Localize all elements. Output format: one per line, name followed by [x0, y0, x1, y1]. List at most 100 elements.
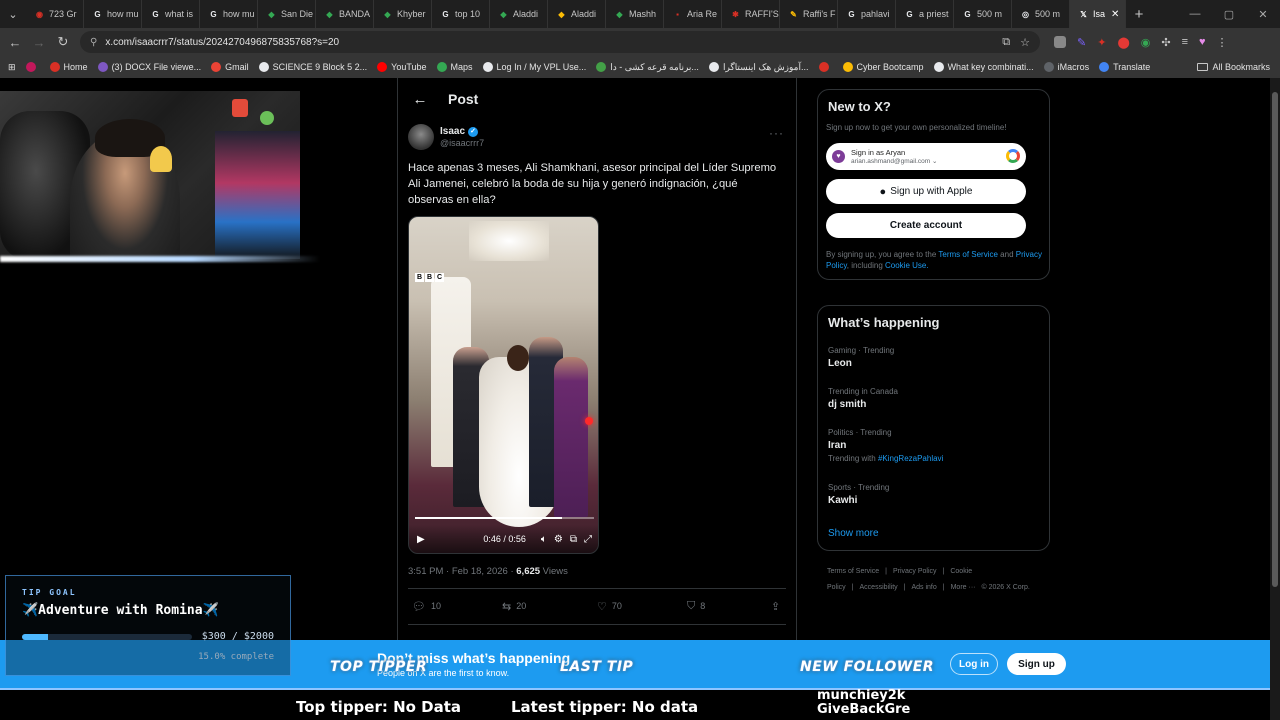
tab[interactable]: ▪ Aria Re [664, 0, 722, 28]
tab[interactable]: Ghow mu [200, 0, 258, 28]
terms-link[interactable]: Terms of Service [938, 250, 998, 259]
tab[interactable]: ◆ Aladdi [548, 0, 606, 28]
extensions-puzzle-icon[interactable]: ✣ [1161, 36, 1170, 49]
page-scrollbar[interactable] [1270, 78, 1280, 720]
back-icon[interactable]: ← [3, 28, 27, 56]
bookmark-item[interactable]: Gmail [211, 62, 249, 72]
tab[interactable]: Ga priest [896, 0, 954, 28]
bookmark-item[interactable]: آموزش هک اینستاگرا... [708, 62, 809, 73]
footer-link[interactable]: Accessibility [860, 584, 898, 591]
tab[interactable]: ✎ Raffi's F [780, 0, 838, 28]
trend-item[interactable]: Sports · Trending Kawhi [828, 483, 1038, 506]
extension-record-icon[interactable]: ⬤ [1117, 36, 1129, 49]
minimize-icon[interactable]: — [1178, 0, 1212, 28]
bookmark-item[interactable] [25, 62, 40, 72]
bookmark-item[interactable]: SCIENCE 9 Block 5 2... [258, 62, 367, 72]
bookmark-item[interactable]: Home [49, 62, 88, 72]
fullscreen-icon[interactable]: ⤢ [584, 534, 592, 545]
media-icon[interactable]: ≡ [1182, 36, 1188, 48]
all-bookmarks[interactable]: All Bookmarks [1197, 56, 1270, 78]
google-sign-in-button[interactable]: ♥ Sign in as Aryan arian.ashmand@gmail.c… [826, 143, 1026, 170]
footer-link[interactable]: Privacy Policy [893, 568, 937, 575]
maximize-icon[interactable]: ▢ [1212, 0, 1246, 28]
footer-link[interactable]: More ··· [951, 584, 976, 591]
trend-item[interactable]: Politics · Trending Iran Trending with #… [828, 428, 1038, 463]
install-app-icon[interactable]: ⧉ [1002, 36, 1010, 49]
tab-favicon-icon: ◎ [1022, 9, 1029, 19]
author-handle[interactable]: @isaacrrr7 [440, 138, 484, 148]
volume-icon[interactable]: 🔈︎ [541, 534, 547, 545]
apps-grid-icon[interactable]: ⊞ [8, 62, 16, 73]
author-name[interactable]: Isaac [440, 126, 465, 137]
close-tab-icon[interactable]: ✕ [1111, 9, 1119, 20]
trend-item[interactable]: Trending in Canada dj smith [828, 387, 1038, 410]
bookmark-item[interactable]: Cyber Bootcamp [842, 62, 924, 72]
forward-icon[interactable]: → [27, 28, 51, 56]
pen-extension-icon[interactable]: ✎ [1077, 36, 1086, 49]
video-player[interactable]: B B C ▶ 0:46 / 0:56 🔈︎ ⚙ ⧉ ⤢ [408, 216, 599, 554]
repost-button[interactable]: ⇆ 20 [502, 600, 597, 613]
bookmark-item[interactable] [818, 62, 833, 72]
settings-gear-icon[interactable]: ⚙ [554, 534, 563, 545]
bookmark-item[interactable]: YouTube [377, 62, 427, 72]
webcam-figurine [232, 99, 248, 117]
tab[interactable]: Gwhat is [142, 0, 200, 28]
tab[interactable]: ◎ 500 m [1012, 0, 1070, 28]
scrollbar-thumb[interactable] [1272, 92, 1278, 587]
footer-link[interactable]: © 2026 X Corp. [981, 584, 1029, 591]
more-options-icon[interactable]: ··· [769, 126, 784, 140]
play-icon[interactable]: ▶ [417, 534, 425, 545]
extension-icon[interactable] [1054, 36, 1066, 48]
bookmark-item[interactable]: What key combinati... [933, 62, 1034, 72]
back-arrow-icon[interactable]: ← [402, 91, 438, 108]
footer-link[interactable]: Terms of Service [827, 568, 879, 575]
tab[interactable]: G 500 m [954, 0, 1012, 28]
bookmark-item[interactable]: (3) DOCX File viewe... [97, 62, 201, 72]
picture-in-picture-icon[interactable]: ⧉ [570, 534, 577, 545]
reply-button[interactable]: 💬︎ 10 [412, 600, 502, 613]
bookmark-item[interactable]: Translate [1099, 62, 1150, 72]
hashtag-link[interactable]: #KingRezaPahlavi [878, 454, 943, 463]
profile-avatar[interactable]: ♥ [1199, 36, 1206, 48]
bookmark-button[interactable]: ⛉ 8 [687, 600, 771, 613]
login-button[interactable]: Log in [950, 653, 998, 675]
tab[interactable]: ◆ Aladdi [490, 0, 548, 28]
extension-red-icon[interactable]: ✦ [1097, 36, 1106, 49]
bookmark-star-icon[interactable]: ☆ [1020, 36, 1030, 49]
site-info-icon[interactable]: ⚲ [90, 37, 97, 48]
tab[interactable]: ✱ RAFFI'S [722, 0, 780, 28]
video-progress-bar[interactable] [415, 517, 594, 519]
apple-sign-up-button[interactable]: ● Sign up with Apple [826, 179, 1026, 204]
new-tab-button[interactable]: + [1126, 6, 1152, 23]
extension-green-icon[interactable]: ◉ [1141, 36, 1151, 49]
create-account-button[interactable]: Create account [826, 213, 1026, 238]
show-more-link[interactable]: Show more [828, 528, 879, 539]
signup-button[interactable]: Sign up [1007, 653, 1066, 675]
tab[interactable]: Ghow mu [84, 0, 142, 28]
bookmark-item[interactable]: Log In / My VPL Use... [482, 62, 586, 72]
avatar[interactable] [408, 124, 434, 150]
menu-kebab-icon[interactable]: ⋮ [1217, 36, 1228, 49]
like-button[interactable]: ♡ 70 [597, 600, 687, 613]
address-bar[interactable]: ⚲ x.com/isaacrrr7/status/202427049687583… [80, 31, 1040, 53]
bookmark-item[interactable]: iMacros [1043, 62, 1089, 72]
tab[interactable]: ◆ Mashh [606, 0, 664, 28]
footer-link[interactable]: Ads info [911, 584, 936, 591]
tab[interactable]: ◆ BANDA [316, 0, 374, 28]
share-button[interactable]: ⇪ [771, 600, 780, 613]
bookmark-item[interactable]: برنامه قرعه کشی - دا... [596, 62, 699, 73]
tab-active[interactable]: 𝕏 Isa ✕ [1070, 0, 1126, 28]
close-window-icon[interactable]: ✕ [1246, 0, 1280, 28]
tab[interactable]: Gtop 10 [432, 0, 490, 28]
bookmark-item[interactable]: Maps [436, 62, 473, 72]
tab[interactable]: ◆ Khyber [374, 0, 432, 28]
reload-icon[interactable]: ↻ [51, 28, 75, 56]
tab[interactable]: Gpahlavi [838, 0, 896, 28]
tab[interactable]: ◆ San Die [258, 0, 316, 28]
cookie-link[interactable]: Cookie Use. [885, 261, 929, 270]
post-author[interactable]: Isaac ✓ @isaacrrr7 [408, 124, 484, 150]
tab[interactable]: ◉ 723 Gr [26, 0, 84, 28]
trend-item[interactable]: Gaming · Trending Leon [828, 346, 1038, 369]
post-timestamp[interactable]: 3:51 PM · Feb 18, 2026 · [408, 566, 516, 577]
tab-search-icon[interactable]: ⌄ [0, 0, 26, 28]
